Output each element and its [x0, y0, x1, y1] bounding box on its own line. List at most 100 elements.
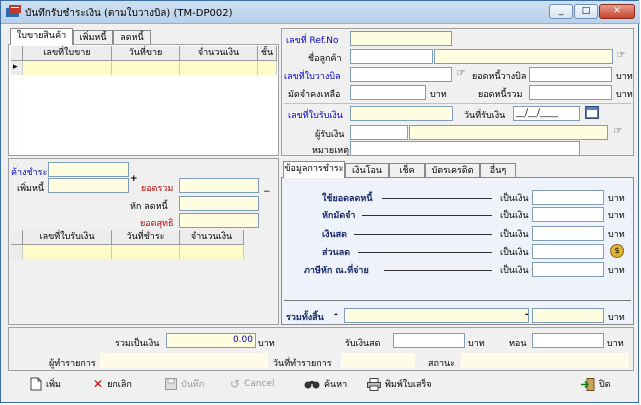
tab-add-debt[interactable]: เพิ่มหนี้: [73, 30, 113, 45]
change-baht: บาท: [607, 339, 624, 349]
maximize-icon: □: [581, 6, 591, 16]
row-selector[interactable]: [11, 245, 23, 259]
tab-invoices[interactable]: ใบขายสินค้า: [10, 28, 73, 45]
outstanding-input[interactable]: [48, 162, 129, 177]
main-window: บันทึกรับชำระเงิน (ตามใบวางบิล) (TM-DP00…: [0, 0, 640, 403]
cash-received-label: รับเงินสด: [345, 339, 381, 349]
row-selector[interactable]: ▸: [11, 61, 23, 75]
ref-input[interactable]: [350, 31, 452, 46]
total-debt-input[interactable]: [529, 85, 612, 100]
deduct-label: หัก ลดหนี้: [130, 202, 168, 212]
summary-panel: ค้างชำระ เพิ่มหนี้ + ยอดรวม − หัก ลดหนี้…: [8, 158, 279, 325]
cancel-document-button[interactable]: ✕ ยกเลิก: [93, 373, 132, 395]
grand-total-amount-input[interactable]: [532, 308, 604, 323]
col-pay-amount[interactable]: จำนวนเงิน: [180, 230, 244, 245]
cash-received-baht: บาท: [468, 339, 485, 349]
tab-payment-info[interactable]: ข้อมูลการชำระ: [283, 161, 345, 178]
col-invoice-amount[interactable]: จำนวนเงิน: [180, 46, 258, 61]
total-input[interactable]: [179, 178, 259, 193]
payment-row-deposit: หักมัดจำ เป็นเงิน บาท: [282, 207, 635, 224]
receiver-lookup-icon[interactable]: ☞: [612, 126, 624, 138]
txdate-label: วันที่ทำรายการ: [273, 359, 332, 369]
receipt-date-label: วันที่รับเงิน: [464, 111, 506, 121]
grid-cell[interactable]: [180, 245, 244, 259]
maximize-button[interactable]: □: [574, 4, 598, 19]
plus-sign: +: [130, 174, 138, 184]
col-invoice-extra[interactable]: ชั้นท: [258, 46, 277, 61]
note-input[interactable]: [350, 141, 580, 156]
col-pay-date[interactable]: วันที่ชำระ: [112, 230, 180, 245]
receiver-code-input[interactable]: [350, 125, 408, 140]
receiver-name-input[interactable]: [409, 125, 608, 140]
col-receipt-no[interactable]: เลขที่ใบรับเงิน: [23, 230, 112, 245]
total-label: ยอดรวม: [141, 184, 174, 194]
add-button[interactable]: เพิ่ม: [30, 373, 61, 395]
sum-baht: บาท: [258, 339, 275, 349]
cash-amount-input[interactable]: [532, 226, 604, 241]
tab-credit-card[interactable]: บัตรเครดิต: [425, 163, 480, 178]
header-form: เลขที่ Ref.No ชื่อลูกค้า ☞ เลขที่ใบวางบิ…: [281, 28, 634, 156]
txdate-value: [341, 353, 415, 368]
add-debt-input[interactable]: [48, 178, 129, 193]
grid-cell[interactable]: [112, 245, 180, 259]
sum-input[interactable]: 0.00: [166, 333, 256, 348]
close-window-button[interactable]: ✕: [599, 4, 635, 19]
grid-cell[interactable]: [23, 245, 112, 259]
invoice-grid[interactable]: เลขที่ใบขาย วันที่ขาย จำนวนเงิน ชั้นท ▸: [11, 46, 277, 152]
bill-amount-baht: บาท: [616, 72, 633, 82]
sum-label: รวมเป็นเงิน: [115, 339, 160, 349]
change-input[interactable]: [532, 333, 604, 348]
print-receipt-button[interactable]: พิมพ์ใบเสร็จ: [367, 373, 432, 395]
customer-code-input[interactable]: [350, 49, 433, 64]
discount-amount-input[interactable]: [532, 244, 604, 259]
bill-lookup-icon[interactable]: ☞: [455, 68, 467, 80]
col-invoice-date[interactable]: วันที่ขาย: [112, 46, 180, 61]
deposit-deduct-input[interactable]: [532, 207, 604, 222]
tab-transfer[interactable]: เงินโอน: [345, 163, 389, 178]
customer-label: ชื่อลูกค้า: [308, 54, 342, 64]
coin-icon[interactable]: $: [610, 244, 624, 258]
operator-label: ผู้ทำรายการ: [49, 359, 96, 369]
minimize-button[interactable]: _: [549, 4, 573, 19]
minus-sign: −: [263, 187, 271, 197]
grand-total-label: รวมทั้งสิ้น: [286, 313, 324, 323]
grid-cell[interactable]: [258, 61, 277, 75]
deposit-baht: บาท: [430, 90, 447, 100]
note-label: หมายเหตุ: [312, 146, 350, 156]
bill-amount-input[interactable]: [529, 67, 612, 82]
withholding-amount-input[interactable]: [532, 262, 604, 277]
payment-row-discount: ส่วนลด เป็นเงิน $: [282, 244, 635, 261]
credit-note-amount-input[interactable]: [532, 190, 604, 205]
deduct-input[interactable]: [179, 196, 259, 211]
grid-cell[interactable]: [180, 61, 258, 75]
grid-cell[interactable]: [23, 61, 112, 75]
col-invoice-no[interactable]: เลขที่ใบขาย: [23, 46, 112, 61]
bill-amount-label: ยอดหนี้วางบิล: [472, 72, 527, 82]
close-button[interactable]: ปิด: [581, 373, 611, 395]
customer-lookup-icon[interactable]: ☞: [615, 50, 627, 62]
receipt-no-label: เลขที่ใบรับเงิน: [288, 111, 343, 121]
bill-input[interactable]: [350, 67, 452, 82]
deposit-input[interactable]: [350, 85, 426, 100]
receipt-date-input[interactable]: __/__/____: [513, 106, 580, 121]
cancel-button[interactable]: ↺ Cancel: [230, 373, 275, 395]
payment-history-grid[interactable]: เลขที่ใบรับเงิน วันที่ชำระ จำนวนเงิน: [11, 230, 276, 323]
tab-other[interactable]: อื่นๆ: [480, 163, 516, 178]
save-icon: [165, 378, 177, 390]
tab-reduce-debt[interactable]: ลดหนี้: [113, 30, 151, 45]
receipt-no-input[interactable]: [350, 106, 453, 121]
cash-received-input[interactable]: [393, 333, 465, 348]
window-title: บันทึกรับชำระเงิน (ตามใบวางบิล) (TM-DP00…: [25, 8, 233, 19]
customer-name-input[interactable]: [434, 49, 613, 64]
title-bar[interactable]: บันทึกรับชำระเงิน (ตามใบวางบิล) (TM-DP00…: [1, 1, 640, 24]
calendar-icon[interactable]: [585, 106, 599, 119]
change-label: ทอน: [509, 339, 527, 349]
exit-door-icon: [581, 377, 595, 391]
search-button[interactable]: ค้นหา: [304, 373, 347, 395]
grid-cell[interactable]: [112, 61, 180, 75]
bill-label: เลขที่ใบวางบิล: [284, 72, 341, 82]
grand-total-input[interactable]: [344, 308, 529, 323]
tab-cheque[interactable]: เช็ค: [389, 163, 425, 178]
net-input[interactable]: [179, 213, 259, 228]
save-button[interactable]: บันทึก: [165, 373, 204, 395]
